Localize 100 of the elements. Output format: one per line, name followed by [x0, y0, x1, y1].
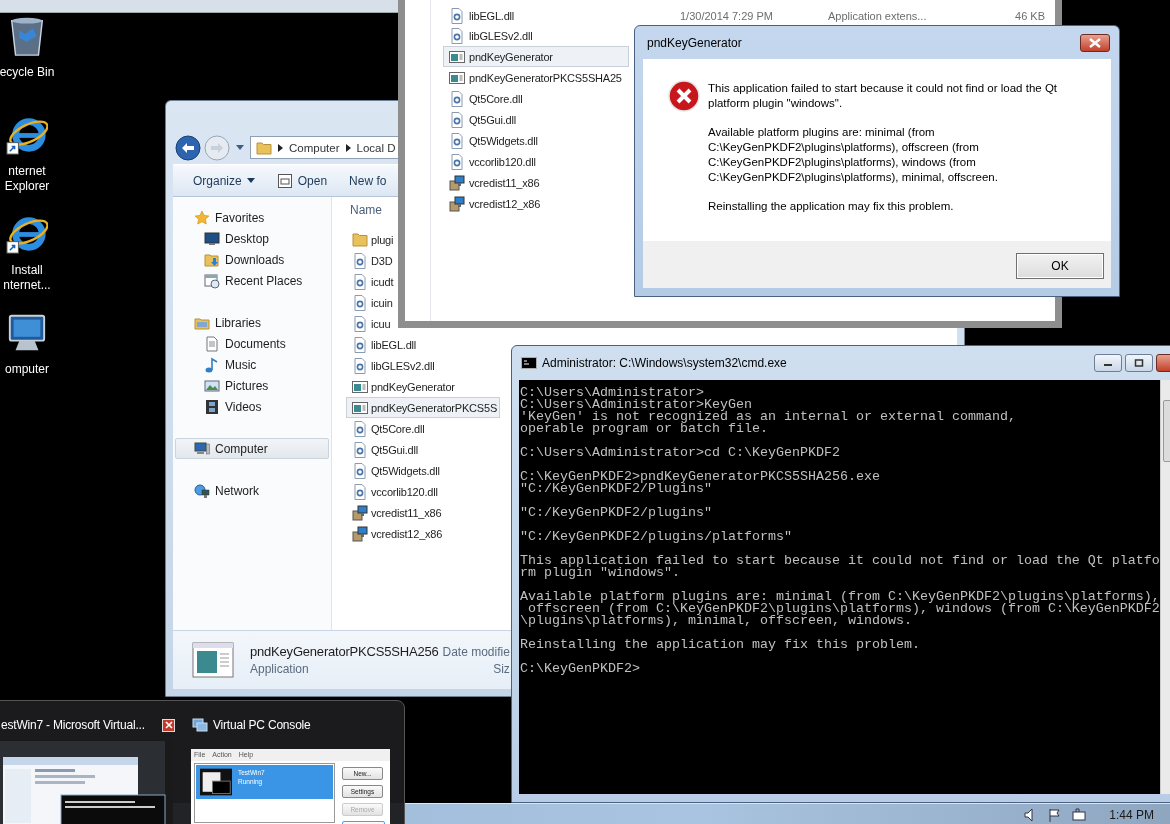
console-line: This application failed to start because it could not find or load the Qt platfo [520, 555, 1160, 567]
virtual-pc-icon [192, 717, 208, 733]
list-item[interactable]: libGLESv2.dll [346, 355, 438, 376]
console-line: C:\KeyGenPKDF2>pndKeyGeneratorPKCS5SHA256.exe [520, 471, 881, 483]
gear-file-icon [449, 7, 465, 24]
gear-file-icon [352, 294, 368, 311]
window-title[interactable]: estWin7 - Microsoft Virtual... [1, 718, 145, 732]
field-label: Date modifie [442, 644, 510, 659]
window-title: pndKeyGenerator [646, 35, 742, 50]
list-item[interactable]: icuin [346, 292, 396, 313]
gear-file-icon [352, 315, 368, 332]
list-item[interactable]: Qt5Widgets.dll [346, 460, 443, 481]
nav-item[interactable]: Recent Places [175, 270, 329, 291]
nav-item[interactable]: Favorites [175, 207, 329, 228]
nav-item[interactable]: Desktop [175, 228, 329, 249]
date-modified: 1/30/2014 7:29 PM [680, 9, 774, 22]
list-item[interactable]: vccorlib120.dll [346, 481, 441, 502]
power-icon[interactable] [1071, 806, 1088, 823]
console-line: rm plugin "windows". [520, 567, 681, 579]
list-item[interactable]: plugi [346, 229, 397, 250]
monitor-icon [204, 230, 220, 247]
gear-file-icon [352, 462, 368, 479]
list-item[interactable]: Qt5Gui.dll [443, 109, 519, 130]
breadcrumb[interactable]: Computer [289, 141, 340, 154]
list-item[interactable]: vcredist11_x86 [443, 172, 543, 193]
nav-item[interactable]: Network [175, 480, 329, 501]
gear-file-icon [449, 27, 465, 44]
gear-file-icon [352, 252, 368, 269]
minimize-button[interactable] [1094, 354, 1122, 372]
thumbnail-drawing[interactable] [0, 739, 173, 824]
list-item[interactable]: libEGL.dll [346, 334, 420, 355]
nav-item[interactable]: Music [175, 354, 329, 375]
list-item[interactable]: pndKeyGeneratorPKCS5SHA25 [443, 67, 625, 88]
list-item[interactable]: D3D [346, 250, 396, 271]
picture-frame-icon [204, 377, 220, 394]
nav-item[interactable]: Downloads [175, 249, 329, 270]
list-item[interactable]: libEGL.dll 1/30/2014 7:29 PM Application extens... 46 KB [443, 6, 1048, 25]
list-item[interactable]: Qt5Core.dll [443, 88, 526, 109]
installer-icon [449, 174, 465, 191]
console-line: Available platform plugins are: minimal (from C:\KeyGenPKDF2\plugins\platforms), [520, 591, 1160, 603]
close-icon [1089, 37, 1101, 48]
console-line: C:\Users\Administrator>cd C:\KeyGenPKDF2 [520, 447, 841, 459]
nav-item[interactable]: Computer [175, 438, 329, 459]
list-item[interactable]: Qt5Widgets.dll [443, 130, 541, 151]
nav-item[interactable]: Pictures [175, 375, 329, 396]
message-text: Reinstalling the application may fix this problem. [708, 199, 955, 214]
list-item[interactable]: icuu [346, 313, 394, 334]
gear-file-icon [449, 132, 465, 149]
gear-file-icon [449, 153, 465, 170]
list-item[interactable]: Qt5Core.dll [346, 418, 428, 439]
list-item[interactable]: libGLESv2.dll [443, 25, 536, 46]
nav-item[interactable]: Libraries [175, 312, 329, 333]
ok-button[interactable]: OK [1016, 253, 1104, 279]
open-button[interactable]: Open [272, 170, 332, 191]
chevron-icon[interactable] [278, 143, 283, 152]
document-icon [204, 335, 220, 352]
list-item[interactable]: vcredist12_x86 [346, 523, 446, 544]
file-size: 46 KB [1014, 9, 1045, 22]
gear-file-icon [352, 441, 368, 458]
nav-item[interactable]: Documents [175, 333, 329, 354]
console-line: Reinstalling the application may fix this problem. [520, 639, 921, 651]
icon-label: ecycle Bin [0, 65, 55, 80]
close-button[interactable] [1080, 33, 1110, 52]
list-item[interactable]: pndKeyGeneratorPKCS5S [346, 397, 501, 418]
gear-file-icon [352, 420, 368, 437]
icon-label: Install nternet... [3, 263, 51, 293]
caret-icon[interactable] [236, 145, 244, 150]
list-item[interactable]: Qt5Gui.dll [346, 439, 421, 460]
console-line: operable program or batch file. [520, 423, 769, 435]
nav-item[interactable]: Videos [175, 396, 329, 417]
gear-file-icon [352, 336, 368, 353]
list-item[interactable]: vcredist12_x86 [443, 193, 544, 214]
list-item[interactable]: vcredist11_x86 [346, 502, 445, 523]
chevron-icon[interactable] [345, 143, 351, 152]
organize-button[interactable]: Organize [189, 171, 259, 190]
download-folder-icon [204, 251, 220, 268]
maximize-button[interactable] [1125, 354, 1153, 372]
gear-file-icon [449, 90, 465, 107]
gear-file-icon [352, 357, 368, 374]
window-title[interactable]: Virtual PC Console [213, 718, 311, 732]
clock[interactable]: 1:44 PM [1109, 807, 1154, 822]
new-folder-button[interactable]: New fo [345, 171, 391, 190]
computer-icon [194, 440, 210, 457]
file-name: pndKeyGeneratorPKCS5SHA256 [250, 644, 439, 659]
console-line: C:\Users\Administrator>KeyGen [520, 399, 753, 411]
list-item[interactable]: pndKeyGenerator [443, 46, 629, 67]
list-item[interactable]: vccorlib120.dll [443, 151, 539, 172]
breadcrumb[interactable]: Local D [356, 141, 396, 154]
console-line: \plugins\platforms), minimal, offscreen, windows. [520, 615, 912, 627]
gear-file-icon [352, 273, 368, 290]
music-note-icon [204, 356, 220, 373]
star-icon [194, 209, 210, 226]
list-item[interactable]: pndKeyGenerator [346, 376, 458, 397]
console-line: "C:/KeyGenPKDF2/plugins/platforms" [520, 531, 793, 543]
gear-file-icon [352, 483, 368, 500]
list-item[interactable]: icudt [346, 271, 397, 292]
folder-icon [352, 231, 368, 248]
back-button[interactable] [175, 134, 201, 161]
installer-icon [352, 525, 368, 542]
application-icon [352, 399, 368, 416]
